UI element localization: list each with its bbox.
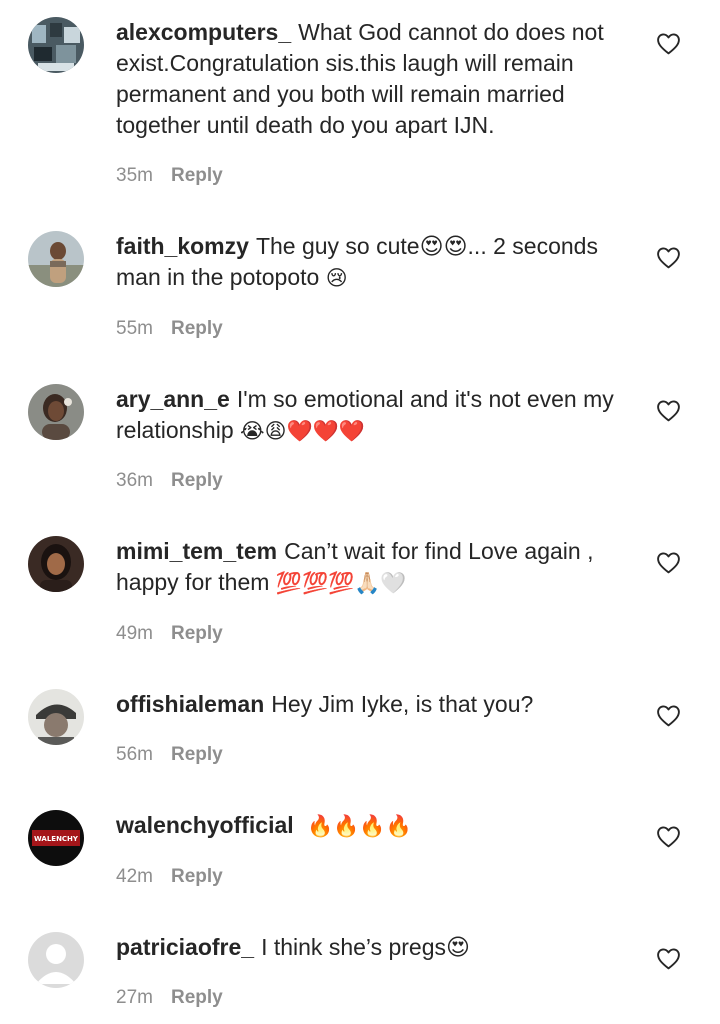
avatar[interactable]: WALENCHY [28, 810, 84, 866]
avatar[interactable] [28, 17, 84, 73]
reply-button[interactable]: Reply [171, 623, 223, 644]
like-heart-icon[interactable] [656, 704, 681, 727]
comment-timestamp: 42m [116, 866, 153, 887]
comment-emojis: 😭😩❤️❤️❤️ [240, 419, 365, 443]
comment-meta: 42m Reply [116, 865, 223, 889]
comment-meta: 27m Reply [116, 986, 223, 1010]
reply-button[interactable]: Reply [171, 470, 223, 491]
comment-username[interactable]: mimi_tem_tem [116, 538, 277, 564]
like-heart-icon[interactable] [656, 246, 681, 269]
brand-logo-text: WALENCHY [34, 835, 79, 843]
comment-timestamp: 56m [116, 744, 153, 765]
comment-text: ary_ann_e I'm so emotional and it's not e… [116, 384, 632, 447]
avatar[interactable] [28, 932, 84, 988]
comment-text: offishialeman Hey Jim Iyke, is that you? [116, 689, 632, 720]
comment-text: faith_komzy The guy so cute😍😍... 2 second… [116, 231, 632, 294]
comment-timestamp: 27m [116, 987, 153, 1008]
like-heart-icon[interactable] [656, 399, 681, 422]
comment-timestamp: 35m [116, 165, 153, 186]
avatar[interactable] [28, 536, 84, 592]
comment-text: patriciaofre_ I think she’s pregs😍 [116, 932, 632, 963]
comment-username[interactable]: offishialeman [116, 691, 264, 717]
comment-timestamp: 49m [116, 623, 153, 644]
comment-timestamp: 55m [116, 318, 153, 339]
comment-meta: 56m Reply [116, 743, 223, 767]
avatar[interactable] [28, 384, 84, 440]
reply-button[interactable]: Reply [171, 165, 223, 186]
comment-text: mimi_tem_tem Can’t wait for find Love aga… [116, 536, 632, 599]
comment-username[interactable]: ary_ann_e [116, 386, 230, 412]
comment-meta: 49m Reply [116, 622, 223, 646]
comment-meta: 35m Reply [116, 164, 223, 188]
comment-meta: 55m Reply [116, 317, 223, 341]
like-heart-icon[interactable] [656, 551, 681, 574]
like-heart-icon[interactable] [656, 32, 681, 55]
comment-text: walenchyofficial 🔥🔥🔥🔥 [116, 810, 632, 842]
reply-button[interactable]: Reply [171, 744, 223, 765]
comment-username[interactable]: faith_komzy [116, 233, 249, 259]
comment-meta: 36m Reply [116, 469, 223, 493]
avatar[interactable] [28, 231, 84, 287]
comment-emojis: 💯💯💯🙏🏻🤍 [275, 571, 407, 595]
like-heart-icon[interactable] [656, 947, 681, 970]
comment-body: I think she’s pregs😍 [261, 934, 470, 960]
comment-body: Hey Jim Iyke, is that you? [271, 691, 534, 717]
comment-username[interactable]: walenchyofficial [116, 812, 294, 838]
comment-timestamp: 36m [116, 470, 153, 491]
comment-text: alexcomputers_ What God cannot do does no… [116, 17, 632, 141]
reply-button[interactable]: Reply [171, 866, 223, 887]
avatar[interactable] [28, 689, 84, 745]
reply-button[interactable]: Reply [171, 987, 223, 1008]
comment-emojis: 🔥🔥🔥🔥 [307, 814, 412, 838]
like-heart-icon[interactable] [656, 825, 681, 848]
comment-username[interactable]: alexcomputers_ [116, 19, 291, 45]
reply-button[interactable]: Reply [171, 318, 223, 339]
comment-username[interactable]: patriciaofre_ [116, 934, 254, 960]
comment-emojis: 😢 [325, 266, 348, 290]
